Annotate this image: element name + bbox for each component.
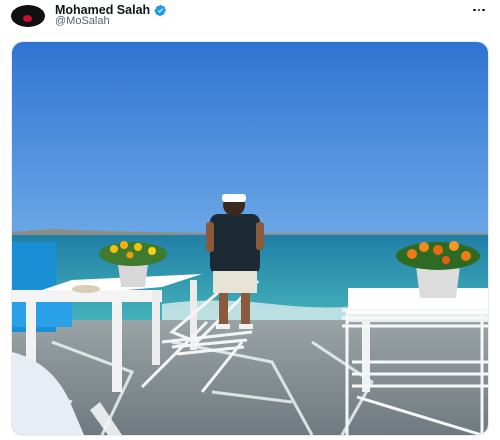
verified-badge-icon: [154, 4, 167, 16]
avatar[interactable]: [11, 5, 45, 27]
tweet-card: Mohamed Salah @MoSalah: [0, 0, 500, 440]
more-options-icon[interactable]: [470, 3, 488, 17]
author-handle[interactable]: @MoSalah: [55, 15, 110, 27]
terrace-floor: [12, 320, 488, 435]
photo-scene: [12, 42, 488, 435]
sky: [12, 42, 488, 234]
tweet-header: Mohamed Salah @MoSalah: [0, 0, 500, 34]
avatar-detail: [23, 15, 32, 22]
tweet-photo[interactable]: [11, 41, 489, 436]
